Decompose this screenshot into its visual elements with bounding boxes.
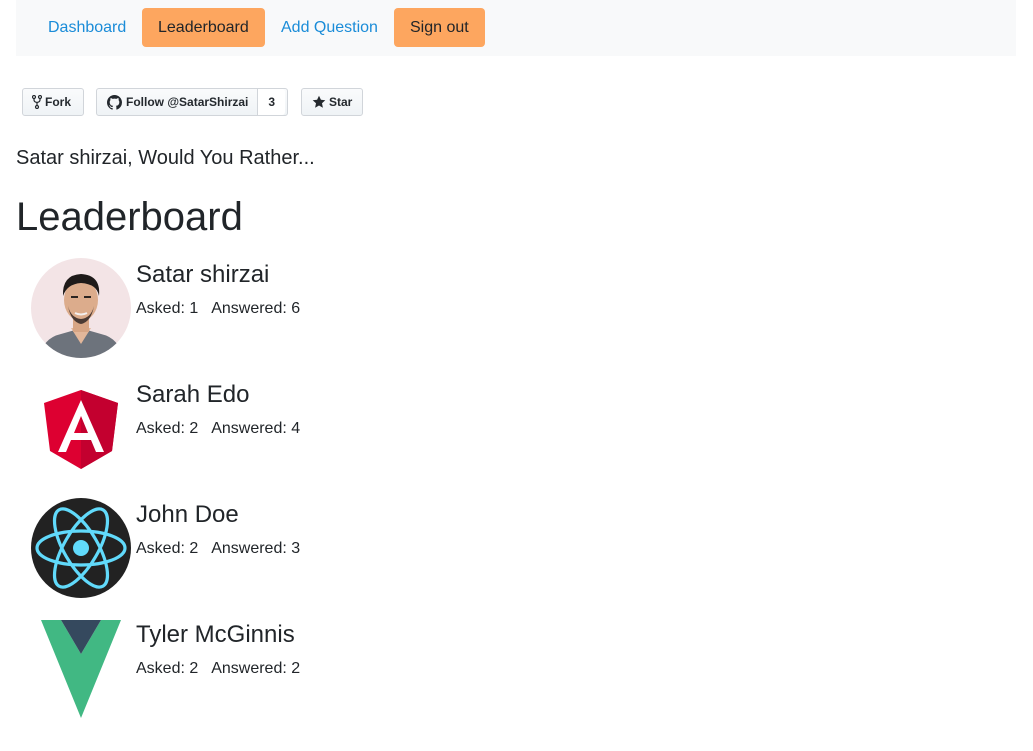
user-stats: Asked: 2 Answered: 2 <box>136 660 300 678</box>
leaderboard-row: John Doe Asked: 2 Answered: 3 <box>31 498 431 598</box>
asked-count: 2 <box>189 660 199 677</box>
user-name: Sarah Edo <box>136 381 250 408</box>
asked-count: 2 <box>189 540 199 557</box>
follow-main[interactable]: Follow @SatarShirzai <box>97 89 257 115</box>
star-label: Star <box>329 95 353 109</box>
vue-logo-icon <box>31 618 131 718</box>
asked-label: Asked: <box>136 540 185 557</box>
page-title: Leaderboard <box>16 195 243 239</box>
nav-sign-out-button[interactable]: Sign out <box>394 8 485 47</box>
fork-icon <box>32 95 42 109</box>
user-name: Satar shirzai <box>136 261 270 288</box>
asked-count: 2 <box>189 420 199 437</box>
top-navbar: Dashboard Leaderboard Add Question Sign … <box>16 0 1016 56</box>
follow-label: Follow @SatarShirzai <box>126 95 249 109</box>
answered-label: Answered: <box>211 300 287 317</box>
user-stats: Asked: 2 Answered: 3 <box>136 540 300 558</box>
github-follow-button[interactable]: Follow @SatarShirzai 3 <box>96 88 288 116</box>
leaderboard-row: Sarah Edo Asked: 2 Answered: 4 <box>31 378 431 478</box>
star-icon <box>312 95 326 109</box>
user-stats: Asked: 1 Answered: 6 <box>136 300 300 318</box>
github-fork-button[interactable]: Fork <box>22 88 84 116</box>
github-icon <box>107 94 122 110</box>
answered-count: 4 <box>291 420 301 437</box>
angular-logo-icon <box>31 378 131 478</box>
leaderboard-row: Tyler McGinnis Asked: 2 Answered: 2 <box>31 618 431 718</box>
fork-label: Fork <box>45 95 72 109</box>
nav-add-question-link[interactable]: Add Question <box>265 8 394 47</box>
answered-count: 2 <box>291 660 301 677</box>
app-tagline: Satar shirzai, Would You Rather... <box>16 147 315 169</box>
asked-label: Asked: <box>136 420 185 437</box>
answered-count: 6 <box>291 300 301 317</box>
nav-leaderboard-link[interactable]: Leaderboard <box>142 8 265 47</box>
answered-count: 3 <box>291 540 301 557</box>
answered-label: Answered: <box>211 660 287 677</box>
answered-label: Answered: <box>211 420 287 437</box>
asked-label: Asked: <box>136 660 185 677</box>
leaderboard-row: Satar shirzai Asked: 1 Answered: 6 <box>31 258 431 358</box>
answered-label: Answered: <box>211 540 287 557</box>
github-star-button[interactable]: Star <box>301 88 363 116</box>
user-avatar-photo <box>31 258 131 358</box>
react-logo-icon <box>31 498 131 598</box>
user-name: John Doe <box>136 501 239 528</box>
follow-count[interactable]: 3 <box>257 89 286 115</box>
asked-count: 1 <box>189 300 199 317</box>
user-name: Tyler McGinnis <box>136 621 295 648</box>
asked-label: Asked: <box>136 300 185 317</box>
user-stats: Asked: 2 Answered: 4 <box>136 420 300 438</box>
nav-dashboard-link[interactable]: Dashboard <box>32 8 142 47</box>
